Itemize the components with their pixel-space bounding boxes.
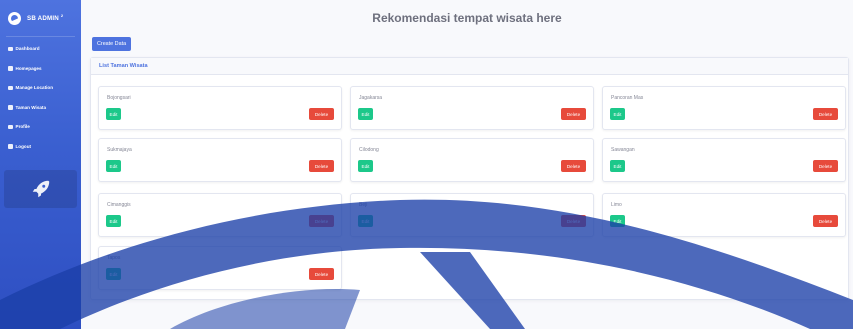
laugh-wink-icon (8, 11, 21, 25)
place-name: Cilodong (359, 147, 379, 153)
list-item: Beji Edit Delete (350, 193, 594, 237)
sidebar-item-homepages[interactable]: Homepages (0, 59, 81, 79)
sidebar-card (4, 170, 77, 208)
edit-button[interactable]: Edit (106, 268, 121, 280)
delete-button[interactable]: Delete (561, 215, 586, 227)
edit-button[interactable]: Edit (106, 108, 121, 120)
card-title: List Taman Wisata (99, 63, 148, 69)
tachometer-icon (8, 85, 13, 90)
delete-button[interactable]: Delete (309, 268, 334, 280)
list-item: Bojongsari Edit Delete (98, 86, 342, 130)
place-name: Sukmajaya (107, 147, 132, 153)
list-item: Limo Edit Delete (602, 193, 846, 237)
tachometer-icon (8, 144, 13, 149)
edit-button[interactable]: Edit (358, 215, 373, 227)
sidebar-item-label: Logout (15, 143, 32, 149)
delete-button[interactable]: Delete (813, 108, 838, 120)
edit-button[interactable]: Edit (358, 108, 373, 120)
tachometer-icon (8, 124, 13, 129)
delete-button[interactable]: Delete (561, 160, 586, 172)
tachometer-icon (8, 105, 13, 110)
list-item: Jagakarsa Edit Delete (350, 86, 594, 130)
delete-button[interactable]: Delete (813, 160, 838, 172)
rocket-icon (32, 180, 49, 198)
sidebar-item-label: Homepages (15, 65, 42, 71)
sidebar-item-label: Profile (15, 124, 30, 130)
sidebar-item-manage-location[interactable]: Manage Location (0, 78, 81, 98)
sidebar: SB ADMIN 2 Dashboard Homepages Manage Lo… (0, 0, 81, 329)
edit-button[interactable]: Edit (106, 215, 121, 227)
place-name: Sawangan (611, 147, 635, 153)
sidebar-item-logout[interactable]: Logout (0, 137, 81, 157)
place-name: Limo (611, 202, 622, 208)
page: SB ADMIN 2 Dashboard Homepages Manage Lo… (0, 0, 853, 329)
list-item: Cimanggis Edit Delete (98, 193, 342, 237)
edit-button[interactable]: Edit (610, 215, 625, 227)
create-data-button[interactable]: Create Data (92, 37, 132, 51)
list-card: List Taman Wisata Bojongsari Edit Delete… (90, 57, 849, 300)
card-header: List Taman Wisata (91, 58, 848, 75)
tachometer-icon (8, 66, 13, 71)
place-name: Cimanggis (107, 202, 131, 208)
brand-name: SB ADMIN 2 (27, 13, 64, 23)
list-item: Sawangan Edit Delete (602, 138, 846, 182)
list-item: Cilodong Edit Delete (350, 138, 594, 182)
sidebar-divider (6, 36, 75, 37)
place-name: Bojongsari (107, 95, 131, 101)
sidebar-item-dashboard[interactable]: Dashboard (0, 39, 81, 59)
edit-button[interactable]: Edit (610, 160, 625, 172)
delete-button[interactable]: Delete (561, 108, 586, 120)
place-name: Jagakarsa (359, 95, 383, 101)
sidebar-item-label: Dashboard (15, 46, 40, 52)
edit-button[interactable]: Edit (610, 108, 625, 120)
sidebar-item-profile[interactable]: Profile (0, 117, 81, 137)
sidebar-item-taman-wisata[interactable]: Taman Wisata (0, 98, 81, 118)
edit-button[interactable]: Edit (106, 160, 121, 172)
list-item: Tapos Edit Delete (98, 246, 342, 290)
sidebar-item-label: Taman Wisata (15, 104, 47, 110)
tachometer-icon (8, 46, 13, 51)
sidebar-item-label: Manage Location (15, 85, 54, 91)
list-item: Pancoran Mas Edit Delete (602, 86, 846, 130)
topbar: Rekomendasi tempat wisata here (81, 0, 853, 35)
sidebar-nav: Dashboard Homepages Manage Location Tama… (0, 39, 81, 156)
delete-button[interactable]: Delete (309, 215, 334, 227)
place-name: Beji (359, 202, 368, 208)
delete-button[interactable]: Delete (813, 215, 838, 227)
sidebar-brand[interactable]: SB ADMIN 2 (0, 0, 81, 36)
place-name: Tapos (107, 255, 121, 261)
delete-button[interactable]: Delete (309, 160, 334, 172)
page-title: Rekomendasi tempat wisata here (372, 10, 562, 25)
list-item: Sukmajaya Edit Delete (98, 138, 342, 182)
delete-button[interactable]: Delete (309, 108, 334, 120)
place-name: Pancoran Mas (611, 95, 644, 101)
edit-button[interactable]: Edit (358, 160, 373, 172)
